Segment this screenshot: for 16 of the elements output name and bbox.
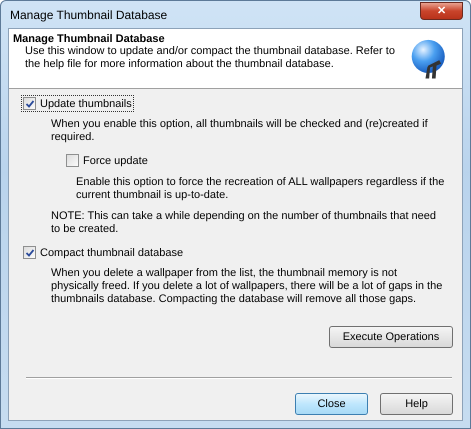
- window-title: Manage Thumbnail Database: [9, 8, 168, 22]
- dialog-button[interactable]: Close: [295, 393, 368, 415]
- checkmark-icon: [24, 98, 34, 108]
- close-button[interactable]: ✕: [420, 2, 463, 20]
- checkmark-icon: [24, 248, 34, 258]
- option-description: When you enable this option, all thumbnails will be checked and (re)created if required.: [51, 118, 429, 144]
- header-title: Manage Thumbnail Database: [13, 33, 166, 45]
- option-checkbox[interactable]: Update thumbnails: [21, 95, 134, 112]
- option-description: Enable this option to force the recreation of ALL wallpapers regardless if the current thumbnail is up-to-date.: [75, 176, 446, 202]
- option-checkbox[interactable]: Force update: [64, 152, 150, 169]
- option-description: When you delete a wallpaper from the list, the thumbnail memory is not physically freed. If you delete a lot of wallpapers, there will be a lot of gaps in the thumbnails database. Compacting the database will remove all those gaps.: [51, 267, 444, 306]
- note-text: NOTE: This can take a while depending on the number of thumbnails that need to be created.: [51, 210, 438, 236]
- dialog-button[interactable]: Help: [380, 393, 453, 415]
- option-checkbox[interactable]: Compact thumbnail database: [21, 244, 186, 261]
- header-description: Use this window to update and/or compact the thumbnail database. Refer to the help file for more information about the thumbnail database.: [24, 45, 396, 71]
- execute-operations-button[interactable]: Execute Operations: [329, 326, 453, 348]
